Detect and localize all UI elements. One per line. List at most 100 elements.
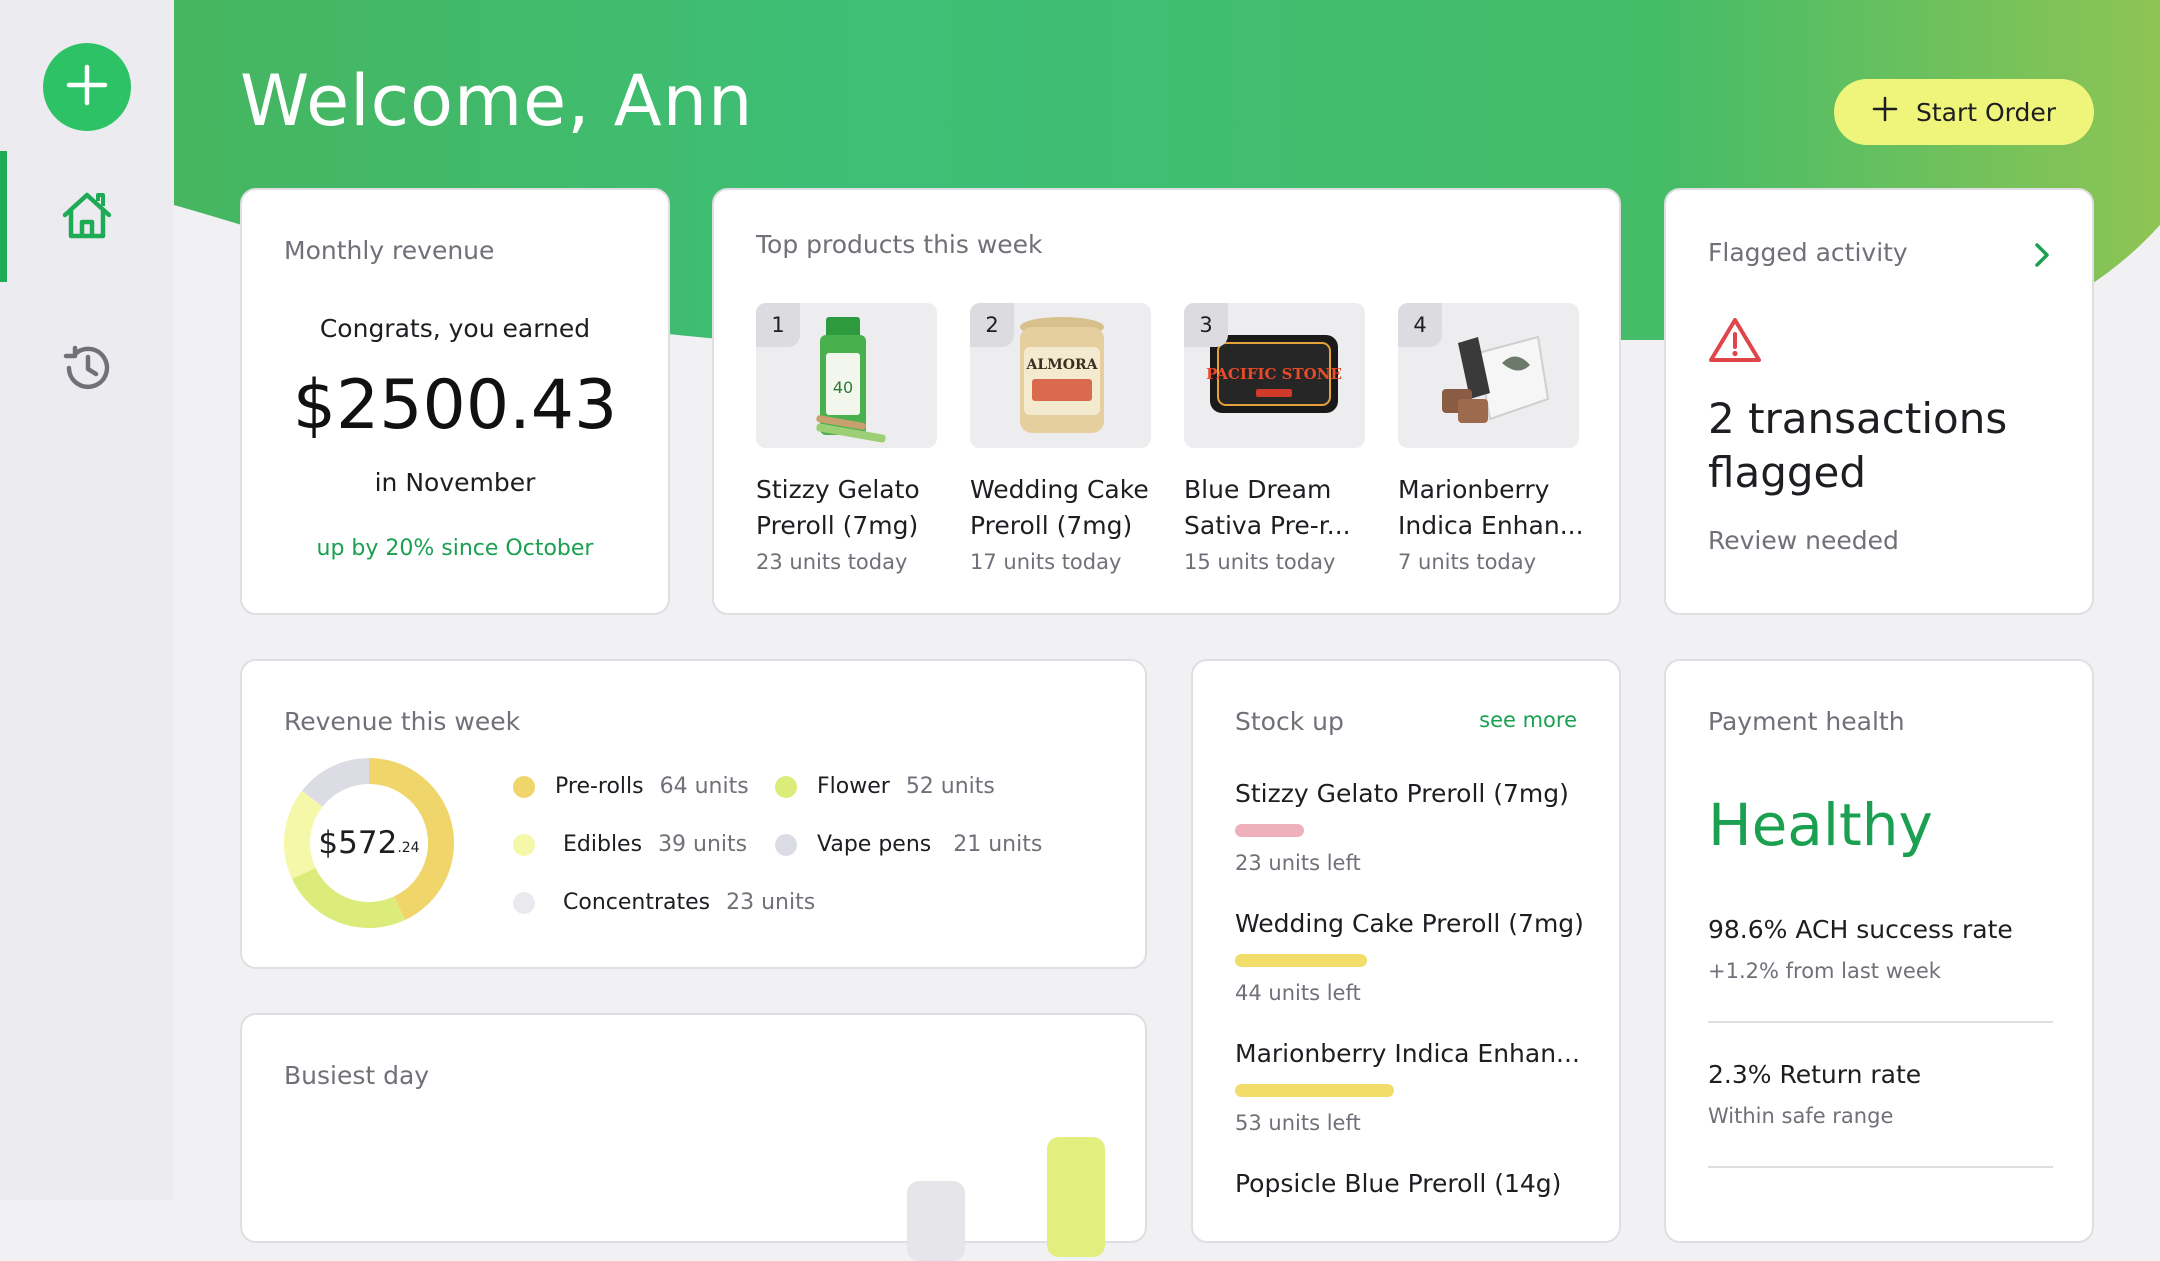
product-units: 15 units today [1184,550,1336,574]
product-rank: 2 [970,303,1014,347]
warning-icon [1708,316,1762,368]
flagged-subtitle: Review needed [1708,526,1899,555]
legend-item: Edibles 39 units [513,832,747,857]
payment-health-card: Payment health Healthy 98.6% ACH success… [1664,659,2094,1243]
stock-remaining: 23 units left [1235,851,1361,875]
product-units: 17 units today [970,550,1122,574]
chevron-right-icon[interactable] [2034,242,2050,272]
legend-name: Flower [817,774,890,799]
revenue-congrats: Congrats, you earned [319,314,591,343]
metric-value: 2.3% Return rate [1708,1060,1922,1089]
card-title: Busiest day [284,1061,430,1090]
legend-units: 64 units [659,774,749,799]
start-order-label: Start Order [1915,97,2057,127]
history-icon [60,341,114,399]
active-indicator [0,151,7,282]
flagged-count: 2 transactions flagged [1708,394,2008,497]
revenue-donut: $572.24 [282,756,456,930]
revenue-period: in November [374,468,536,497]
stock-name: Wedding Cake Preroll (7mg) [1235,909,1584,938]
product-name: Marionberry Indica Enhan... [1398,475,1584,540]
product-name: Blue Dream Sativa Pre-r... [1184,475,1351,540]
stock-level-bar [1235,824,1304,837]
product-item[interactable]: 4 Marionberry Indica Enhan... 7 units to… [1398,303,1584,574]
svg-text:40: 40 [833,378,853,397]
card-title: Monthly revenue [284,236,495,265]
legend-units: 21 units [953,832,1043,857]
product-image: ALMORA 2 [970,303,1151,448]
card-title: Revenue this week [284,707,521,736]
stock-name: Marionberry Indica Enhan... [1235,1039,1580,1068]
legend-units: 23 units [726,890,816,915]
legend-name: Pre-rolls [555,774,644,799]
stock-item[interactable]: Wedding Cake Preroll (7mg) 44 units left [1235,909,1584,1005]
card-title: Flagged activity [1708,238,1908,267]
product-item[interactable]: 40 1 Stizzy Gelato Preroll (7mg) 23 unit… [756,303,937,574]
health-status: Healthy [1708,791,1933,859]
metric-note: Within safe range [1708,1104,1894,1128]
legend-dot [775,833,797,856]
metric-note: +1.2% from last week [1708,959,1941,983]
stock-item[interactable]: Marionberry Indica Enhan... 53 units lef… [1235,1039,1580,1135]
stock-name: Popsicle Blue Preroll (14g) [1235,1169,1562,1198]
product-image: PACIFIC STONE 3 [1184,303,1365,448]
legend-item: Vape pens 21 units [775,832,1042,857]
start-order-button[interactable]: Start Order [1834,79,2094,145]
legend-dot [513,891,535,914]
page-title: Welcome, Ann [240,60,754,142]
product-units: 23 units today [756,550,908,574]
legend-item: Flower 52 units [775,774,995,799]
sidebar [0,0,174,1200]
legend-item: Pre-rolls 64 units [513,774,749,799]
product-rank: 4 [1398,303,1442,347]
product-rank: 1 [756,303,800,347]
legend-name: Vape pens [817,832,932,857]
nav-home[interactable] [0,151,174,282]
revenue-amount: $2500.43 [292,366,618,445]
product-item[interactable]: ALMORA 2 Wedding Cake Preroll (7mg) 17 u… [970,303,1151,574]
flagged-activity-card[interactable]: Flagged activity 2 transactions flagged … [1664,188,2094,615]
stock-level-bar [1235,1084,1394,1097]
legend-units: 39 units [658,832,748,857]
legend-dot [513,775,535,798]
monthly-revenue-card: Monthly revenue Congrats, you earned $25… [240,188,670,615]
divider [1708,1021,2053,1023]
divider [1708,1166,2053,1168]
card-title: Payment health [1708,707,1905,736]
product-image: 4 [1398,303,1579,448]
plus-icon [1872,96,1898,128]
add-button[interactable] [43,43,131,131]
day-bar [907,1181,965,1261]
stock-remaining: 53 units left [1235,1111,1361,1135]
product-name: Wedding Cake Preroll (7mg) [970,475,1149,540]
product-name: Stizzy Gelato Preroll (7mg) [756,475,920,540]
card-title: Stock up [1235,707,1344,736]
stock-name: Stizzy Gelato Preroll (7mg) [1235,779,1569,808]
top-products-card: Top products this week 40 1 Stizzy Gelat… [712,188,1621,615]
nav-history[interactable] [0,304,174,435]
stock-item[interactable]: Popsicle Blue Preroll (14g) [1235,1169,1575,1198]
product-image: 40 1 [756,303,937,448]
legend-dot [775,775,797,798]
legend-name: Concentrates [563,890,711,915]
stock-up-card: Stock up see more Stizzy Gelato Preroll … [1191,659,1621,1243]
stock-item[interactable]: Stizzy Gelato Preroll (7mg) 23 units lef… [1235,779,1575,875]
legend-dot [513,833,535,856]
legend-item: Concentrates 23 units [513,890,815,915]
home-icon [59,189,115,245]
product-rank: 3 [1184,303,1228,347]
svg-text:ALMORA: ALMORA [1026,357,1099,373]
plus-icon [63,61,111,113]
busiest-day-card: Busiest day [240,1013,1147,1261]
metric-value: 98.6% ACH success rate [1708,915,2013,944]
stock-level-bar [1235,954,1367,967]
day-bar [1047,1137,1105,1257]
revenue-change: up by 20% since October [316,536,594,561]
product-item[interactable]: PACIFIC STONE 3 Blue Dream Sativa Pre-r.… [1184,303,1365,574]
product-units: 7 units today [1398,550,1537,574]
see-more-link[interactable]: see more [1479,708,1577,732]
legend-name: Edibles [563,832,643,857]
legend-units: 52 units [905,774,995,799]
revenue-total: $572.24 [318,825,420,861]
svg-text:PACIFIC STONE: PACIFIC STONE [1206,365,1342,383]
